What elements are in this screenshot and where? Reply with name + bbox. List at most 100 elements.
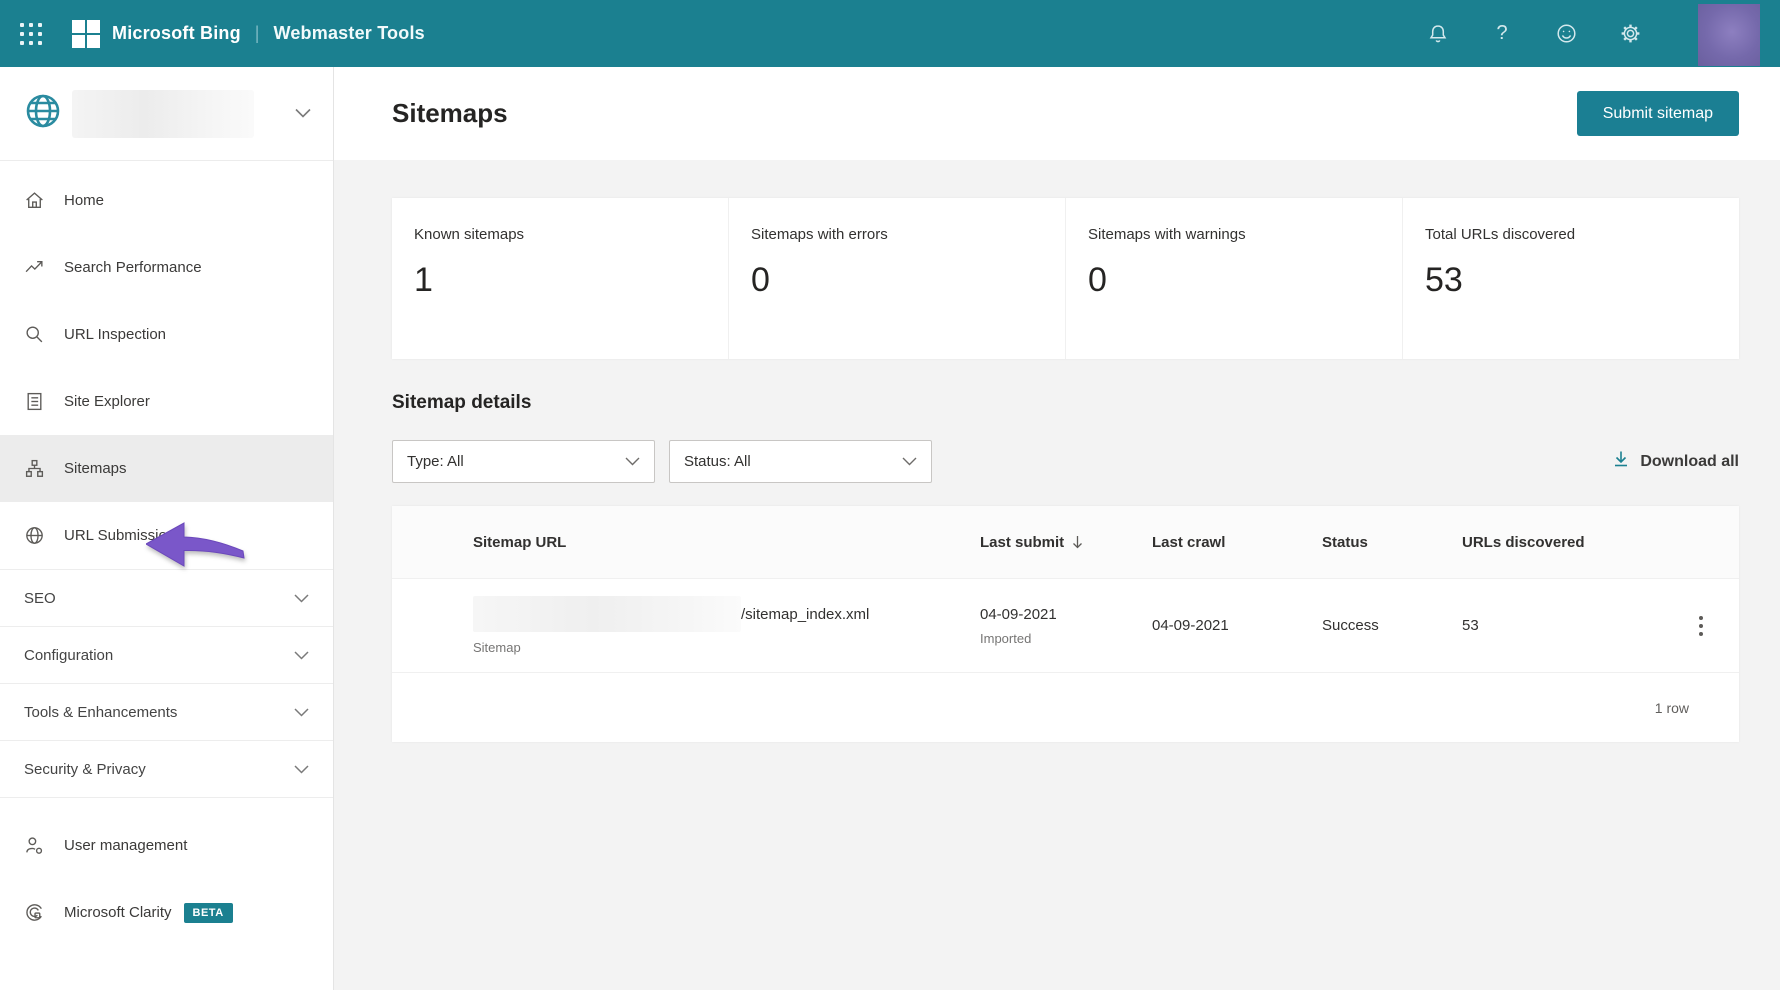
sitemap-url-cell: /sitemap_index.xml Sitemap bbox=[473, 596, 980, 655]
sidebar-item-site-explorer[interactable]: Site Explorer bbox=[0, 368, 333, 435]
download-all-button[interactable]: Download all bbox=[1612, 450, 1739, 473]
sidebar-section-label: Security & Privacy bbox=[24, 760, 146, 778]
sidebar-item-microsoft-clarity[interactable]: Microsoft Clarity BETA bbox=[0, 879, 333, 946]
col-last-submit[interactable]: Last submit bbox=[980, 534, 1152, 551]
document-icon bbox=[24, 391, 45, 412]
sidebar-section-security-privacy[interactable]: Security & Privacy bbox=[0, 741, 333, 797]
stat-total-urls-discovered: Total URLs discovered 53 bbox=[1403, 198, 1739, 359]
col-sitemap-url[interactable]: Sitemap URL bbox=[473, 534, 980, 551]
last-submit-cell: 04-09-2021 Imported bbox=[980, 606, 1152, 646]
chevron-down-icon bbox=[294, 704, 309, 721]
site-selector[interactable] bbox=[0, 67, 333, 161]
urls-discovered-value: 53 bbox=[1462, 617, 1479, 634]
url-suffix: /sitemap_index.xml bbox=[741, 605, 870, 623]
stat-value: 1 bbox=[414, 261, 433, 299]
stat-label: Total URLs discovered bbox=[1425, 226, 1576, 243]
sidebar-nav: Home Search Performance URL Inspection S… bbox=[0, 161, 333, 946]
settings-gear-icon[interactable] bbox=[1618, 22, 1642, 46]
download-all-label: Download all bbox=[1640, 452, 1739, 470]
brand-title: Microsoft Bing bbox=[112, 23, 241, 43]
sitemap-type-label: Sitemap bbox=[473, 640, 521, 655]
sitemap-details-heading: Sitemap details bbox=[392, 392, 532, 413]
last-submit-date: 04-09-2021 bbox=[980, 605, 1057, 623]
profile-avatar[interactable] bbox=[1698, 3, 1760, 66]
type-filter-dropdown[interactable]: Type: All bbox=[392, 440, 655, 483]
divider bbox=[0, 797, 333, 798]
trend-icon bbox=[24, 257, 45, 278]
stat-value: 0 bbox=[1088, 261, 1107, 299]
main-content: Sitemaps Submit sitemap Known sitemaps 1… bbox=[334, 67, 1780, 990]
row-count: 1 row bbox=[1654, 699, 1689, 716]
notifications-bell-icon[interactable] bbox=[1426, 22, 1450, 46]
sidebar-item-label: Microsoft Clarity bbox=[64, 904, 172, 921]
stat-known-sitemaps: Known sitemaps 1 bbox=[392, 198, 729, 359]
stat-label: Sitemaps with warnings bbox=[1088, 226, 1246, 243]
sidebar-section-configuration[interactable]: Configuration bbox=[0, 627, 333, 683]
content-area: Known sitemaps 1 Sitemaps with errors 0 … bbox=[334, 160, 1780, 990]
sidebar-section-label: Tools & Enhancements bbox=[24, 703, 178, 721]
clarity-icon bbox=[24, 902, 45, 923]
table-footer: 1 row bbox=[392, 673, 1739, 742]
sidebar-item-label: Home bbox=[64, 192, 105, 209]
sidebar: Home Search Performance URL Inspection S… bbox=[0, 67, 334, 990]
chevron-down-icon bbox=[295, 105, 311, 123]
sidebar-item-label: Search Performance bbox=[64, 259, 202, 276]
stat-value: 53 bbox=[1425, 261, 1463, 299]
chevron-down-icon bbox=[625, 453, 640, 470]
app-launcher-icon[interactable] bbox=[18, 21, 44, 47]
table-row[interactable]: /sitemap_index.xml Sitemap 04-09-2021 Im… bbox=[392, 579, 1739, 673]
sidebar-section-tools-enhancements[interactable]: Tools & Enhancements bbox=[0, 684, 333, 740]
table-header-row: Sitemap URL Last submit Last crawl Statu… bbox=[392, 506, 1739, 579]
sitemap-icon bbox=[24, 458, 45, 479]
sidebar-item-url-submission[interactable]: URL Submission bbox=[0, 502, 333, 569]
site-globe-icon bbox=[22, 90, 64, 137]
stat-sitemaps-with-errors: Sitemaps with errors 0 bbox=[729, 198, 1066, 359]
filter-row: Type: All Status: All Download all bbox=[392, 440, 1739, 483]
sidebar-section-seo[interactable]: SEO bbox=[0, 570, 333, 626]
status-filter-dropdown[interactable]: Status: All bbox=[669, 440, 932, 483]
feedback-smiley-icon[interactable] bbox=[1554, 22, 1578, 46]
col-last-crawl[interactable]: Last crawl bbox=[1152, 534, 1322, 551]
sidebar-section-label: SEO bbox=[24, 589, 56, 607]
stat-label: Sitemaps with errors bbox=[751, 226, 888, 243]
sidebar-item-label: Site Explorer bbox=[64, 393, 150, 410]
site-name-redacted bbox=[72, 89, 254, 138]
page-header: Sitemaps Submit sitemap bbox=[334, 67, 1780, 160]
stat-sitemaps-with-warnings: Sitemaps with warnings 0 bbox=[1066, 198, 1403, 359]
chevron-down-icon bbox=[902, 453, 917, 470]
sidebar-item-label: URL Submission bbox=[64, 527, 176, 544]
sidebar-item-search-performance[interactable]: Search Performance bbox=[0, 234, 333, 301]
submit-note: Imported bbox=[980, 630, 1032, 646]
help-icon[interactable]: ? bbox=[1490, 22, 1514, 46]
sitemaps-table: Sitemap URL Last submit Last crawl Statu… bbox=[392, 506, 1739, 742]
stat-label: Known sitemaps bbox=[414, 226, 525, 243]
top-app-bar: Microsoft Bing | Webmaster Tools ? bbox=[0, 0, 1780, 67]
brand-separator: | bbox=[254, 23, 260, 43]
home-icon bbox=[24, 190, 45, 211]
sidebar-item-label: Sitemaps bbox=[64, 460, 127, 477]
col-status[interactable]: Status bbox=[1322, 534, 1462, 551]
submit-sitemap-button[interactable]: Submit sitemap bbox=[1576, 91, 1739, 136]
sidebar-item-sitemaps[interactable]: Sitemaps bbox=[0, 435, 333, 502]
sidebar-item-url-inspection[interactable]: URL Inspection bbox=[0, 301, 333, 368]
chevron-down-icon bbox=[294, 647, 309, 664]
status-value: Success bbox=[1322, 617, 1379, 634]
type-filter-value: Type: All bbox=[407, 453, 464, 470]
col-last-submit-label: Last submit bbox=[980, 533, 1065, 551]
magnifier-icon bbox=[24, 324, 45, 345]
sort-descending-icon bbox=[1072, 535, 1083, 549]
row-actions-kebab-icon[interactable] bbox=[1693, 610, 1709, 642]
status-filter-value: Status: All bbox=[684, 453, 751, 470]
suite-title: Webmaster Tools bbox=[273, 23, 425, 43]
topbar-actions: ? bbox=[1426, 3, 1760, 66]
stats-summary-card: Known sitemaps 1 Sitemaps with errors 0 … bbox=[392, 198, 1739, 359]
last-crawl-date: 04-09-2021 bbox=[1152, 617, 1229, 634]
chevron-down-icon bbox=[294, 590, 309, 607]
col-urls-discovered[interactable]: URLs discovered bbox=[1462, 534, 1693, 551]
beta-badge: BETA bbox=[183, 902, 233, 923]
sidebar-item-user-management[interactable]: User management bbox=[0, 812, 333, 879]
page-title: Sitemaps bbox=[392, 98, 508, 128]
sidebar-item-home[interactable]: Home bbox=[0, 167, 333, 234]
sidebar-section-label: Configuration bbox=[24, 646, 114, 664]
sidebar-item-label: URL Inspection bbox=[64, 326, 166, 343]
